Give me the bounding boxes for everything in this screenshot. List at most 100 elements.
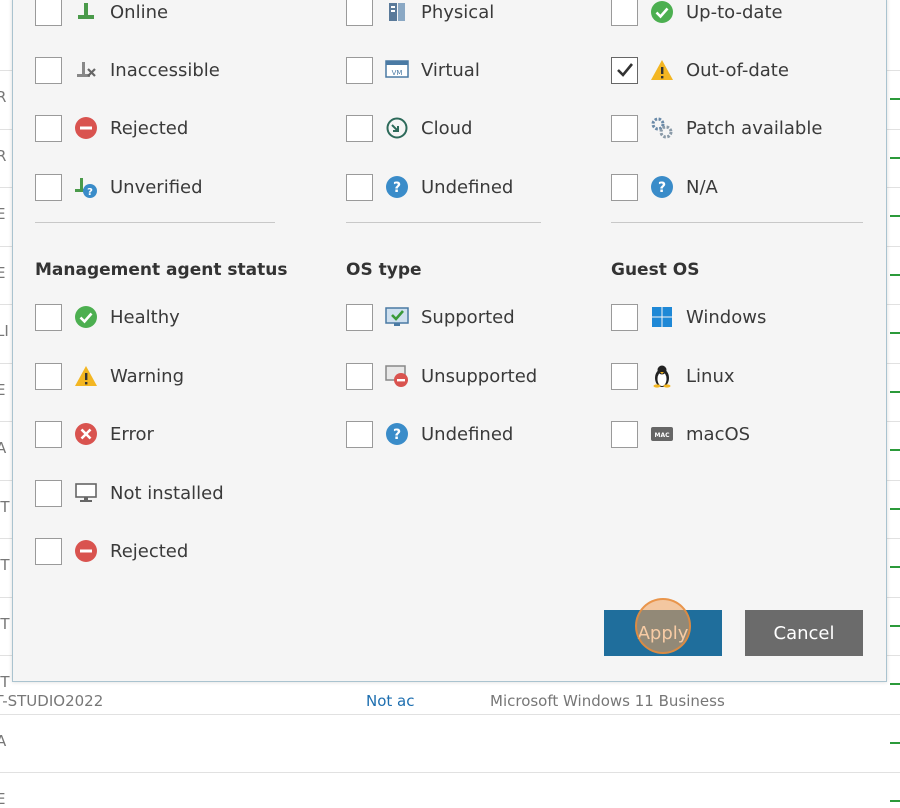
filter-option-unverified[interactable]: ? Unverified (35, 171, 203, 203)
filter-option-windows[interactable]: Windows (611, 301, 766, 333)
unverified-checkbox[interactable] (35, 173, 62, 201)
windows-icon (650, 305, 674, 329)
out-of-date-checkbox[interactable] (611, 56, 638, 84)
background-row-status-mark (886, 675, 900, 689)
svg-text:?: ? (393, 427, 401, 443)
filter-option-label: Virtual (421, 59, 480, 81)
agent-rejected-checkbox[interactable] (35, 537, 62, 565)
background-row-status-mark (886, 500, 900, 514)
bottom-cell-os: Microsoft Windows 11 Business (490, 692, 725, 710)
filter-option-undefined-type[interactable]: ? Undefined (346, 171, 513, 203)
background-row-text: E (0, 380, 6, 399)
filter-option-supported[interactable]: Supported (346, 301, 515, 333)
filter-option-not-installed[interactable]: Not installed (35, 477, 224, 509)
filter-option-label: Inaccessible (110, 59, 220, 81)
cancel-button[interactable]: Cancel (745, 610, 863, 656)
healthy-checkbox[interactable] (35, 303, 62, 331)
apply-button[interactable]: Apply (604, 610, 722, 656)
error-checkbox[interactable] (35, 420, 62, 448)
na-checkbox[interactable] (611, 173, 638, 201)
background-row-status-mark (886, 149, 900, 163)
bottom-cell-name: IT-STUDIO2022 (0, 692, 104, 710)
filter-option-inaccessible[interactable]: Inaccessible (35, 54, 220, 86)
filter-option-rejected[interactable]: Rejected (35, 112, 188, 144)
filter-option-out-of-date[interactable]: Out-of-date (611, 54, 789, 86)
filter-option-label: Out-of-date (686, 59, 789, 81)
filter-option-healthy[interactable]: Healthy (35, 301, 180, 333)
background-row-status-mark (886, 90, 900, 104)
bottom-cell-status-link[interactable]: Not ac (366, 692, 415, 710)
background-row-text: R (0, 88, 7, 106)
filter-option-label: Not installed (110, 482, 224, 504)
filter-option-warning[interactable]: Warning (35, 360, 184, 392)
filter-option-na[interactable]: ? N/A (611, 171, 718, 203)
background-row-status-mark (886, 558, 900, 572)
background-row-status-mark (886, 207, 900, 221)
filter-option-label: Physical (421, 1, 495, 23)
unverified-icon: ? (74, 175, 98, 199)
svg-text:?: ? (393, 180, 401, 196)
inaccessible-checkbox[interactable] (35, 56, 62, 84)
physical-checkbox[interactable] (346, 0, 373, 26)
filter-option-label: Rejected (110, 117, 189, 139)
not-installed-checkbox[interactable] (35, 479, 62, 507)
filter-dialog: Online Inaccessible Rejected ? Unverifie… (12, 0, 887, 682)
filter-option-label: Undefined (421, 176, 514, 198)
background-row-divider (0, 772, 900, 773)
filter-option-label: Linux (686, 365, 735, 387)
filter-option-linux[interactable]: Linux (611, 360, 735, 392)
error-icon (74, 422, 98, 446)
background-row-text: LI (0, 322, 9, 340)
filter-option-label: Online (110, 1, 169, 23)
supported-os-icon (385, 305, 409, 329)
background-row-text: E (0, 263, 6, 282)
separator (35, 222, 275, 223)
filter-option-macos[interactable]: MAC macOS (611, 418, 750, 450)
windows-checkbox[interactable] (611, 303, 638, 331)
svg-text:?: ? (658, 180, 666, 196)
filter-option-label: N/A (686, 176, 718, 198)
unsupported-checkbox[interactable] (346, 362, 373, 390)
filter-option-virtual[interactable]: VM Virtual (346, 54, 480, 86)
filter-option-cloud[interactable]: Cloud (346, 112, 472, 144)
filter-option-undefined-os[interactable]: ? Undefined (346, 418, 513, 450)
os-type-heading: OS type (346, 260, 422, 280)
background-row-text: IT (0, 556, 10, 574)
virtual-checkbox[interactable] (346, 56, 373, 84)
online-checkbox[interactable] (35, 0, 62, 26)
macos-checkbox[interactable] (611, 420, 638, 448)
filter-option-physical[interactable]: Physical (346, 0, 494, 28)
filter-option-unsupported[interactable]: Unsupported (346, 360, 537, 392)
background-row-text: IT (0, 497, 10, 516)
cloud-icon (385, 116, 409, 140)
warning-icon (650, 58, 674, 82)
supported-checkbox[interactable] (346, 303, 373, 331)
patch-available-checkbox[interactable] (611, 114, 638, 142)
online-icon (74, 0, 98, 24)
filter-option-agent-rejected[interactable]: Rejected (35, 535, 188, 567)
management-agent-status-heading: Management agent status (35, 260, 288, 280)
filter-option-label: Unverified (110, 176, 203, 198)
filter-option-label: Warning (110, 365, 185, 387)
filter-option-online[interactable]: Online (35, 0, 168, 28)
rejected-checkbox[interactable] (35, 114, 62, 142)
filter-option-up-to-date[interactable]: Up-to-date (611, 0, 783, 28)
filter-option-label: Unsupported (421, 365, 538, 387)
background-row-text: E (0, 790, 6, 808)
checkmark-icon (616, 63, 633, 77)
filter-option-patch-available[interactable]: Patch available (611, 112, 822, 144)
background-row-divider (0, 713, 900, 715)
undefined-type-checkbox[interactable] (346, 173, 373, 201)
undefined-os-checkbox[interactable] (346, 420, 373, 448)
check-circle-icon (74, 305, 98, 329)
inaccessible-icon (74, 58, 98, 82)
background-row-text: IT (0, 673, 10, 691)
background-row-status-mark (886, 441, 900, 455)
warning-checkbox[interactable] (35, 362, 62, 390)
filter-option-error[interactable]: Error (35, 418, 154, 450)
linux-checkbox[interactable] (611, 362, 638, 390)
rejected-icon (74, 116, 98, 140)
up-to-date-checkbox[interactable] (611, 0, 638, 26)
cloud-checkbox[interactable] (346, 114, 373, 142)
separator (611, 222, 863, 223)
